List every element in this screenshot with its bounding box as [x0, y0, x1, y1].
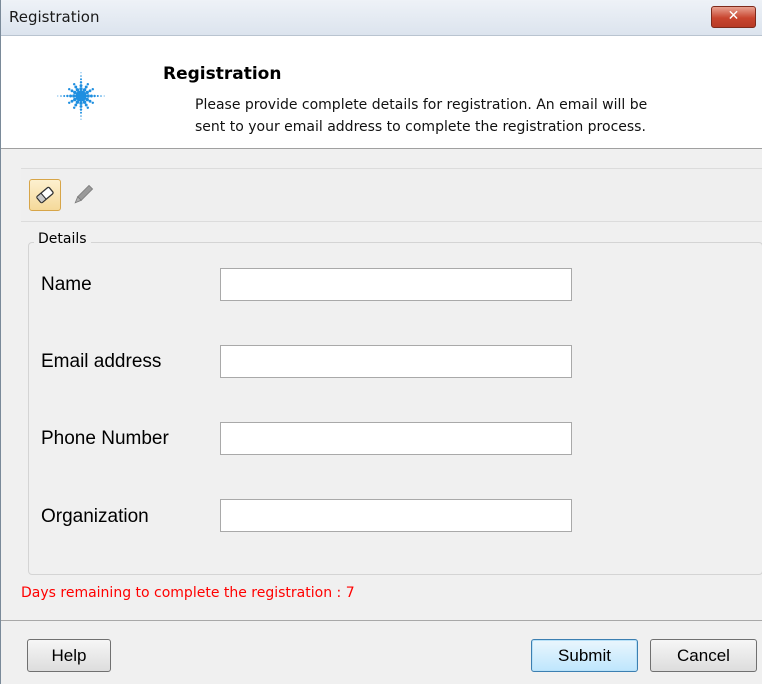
close-button[interactable]: ✕	[711, 6, 756, 28]
organization-field[interactable]	[220, 499, 572, 532]
clear-button[interactable]	[29, 179, 61, 211]
email-field[interactable]	[220, 345, 572, 378]
close-icon: ✕	[727, 8, 740, 24]
organization-label: Organization	[41, 506, 149, 527]
spark-logo	[57, 72, 105, 120]
registration-window: Registration ✕ Registration Please provi…	[0, 0, 762, 684]
footer-divider	[1, 620, 762, 621]
window-title: Registration	[9, 8, 100, 26]
eraser-icon	[36, 186, 54, 204]
phone-field[interactable]	[220, 422, 572, 455]
header-banner: Registration Please provide complete det…	[1, 36, 762, 149]
submit-button[interactable]: Submit	[531, 639, 638, 672]
name-label: Name	[41, 274, 92, 295]
phone-label: Phone Number	[41, 428, 169, 449]
cancel-button[interactable]: Cancel	[650, 639, 757, 672]
banner-description-line-2: sent to your email address to complete t…	[195, 119, 646, 135]
edit-button[interactable]	[67, 179, 99, 211]
email-label: Email address	[41, 351, 162, 372]
details-legend: Details	[34, 231, 91, 247]
name-field[interactable]	[220, 268, 572, 301]
banner-title: Registration	[163, 64, 282, 84]
pencil-icon	[74, 184, 94, 204]
toolbar	[21, 168, 762, 222]
title-bar: Registration ✕	[1, 0, 762, 36]
days-remaining-text: Days remaining to complete the registrat…	[21, 585, 355, 601]
banner-description-line-1: Please provide complete details for regi…	[195, 97, 648, 113]
banner-description: Please provide complete details for regi…	[195, 94, 745, 138]
help-button[interactable]: Help	[27, 639, 111, 672]
